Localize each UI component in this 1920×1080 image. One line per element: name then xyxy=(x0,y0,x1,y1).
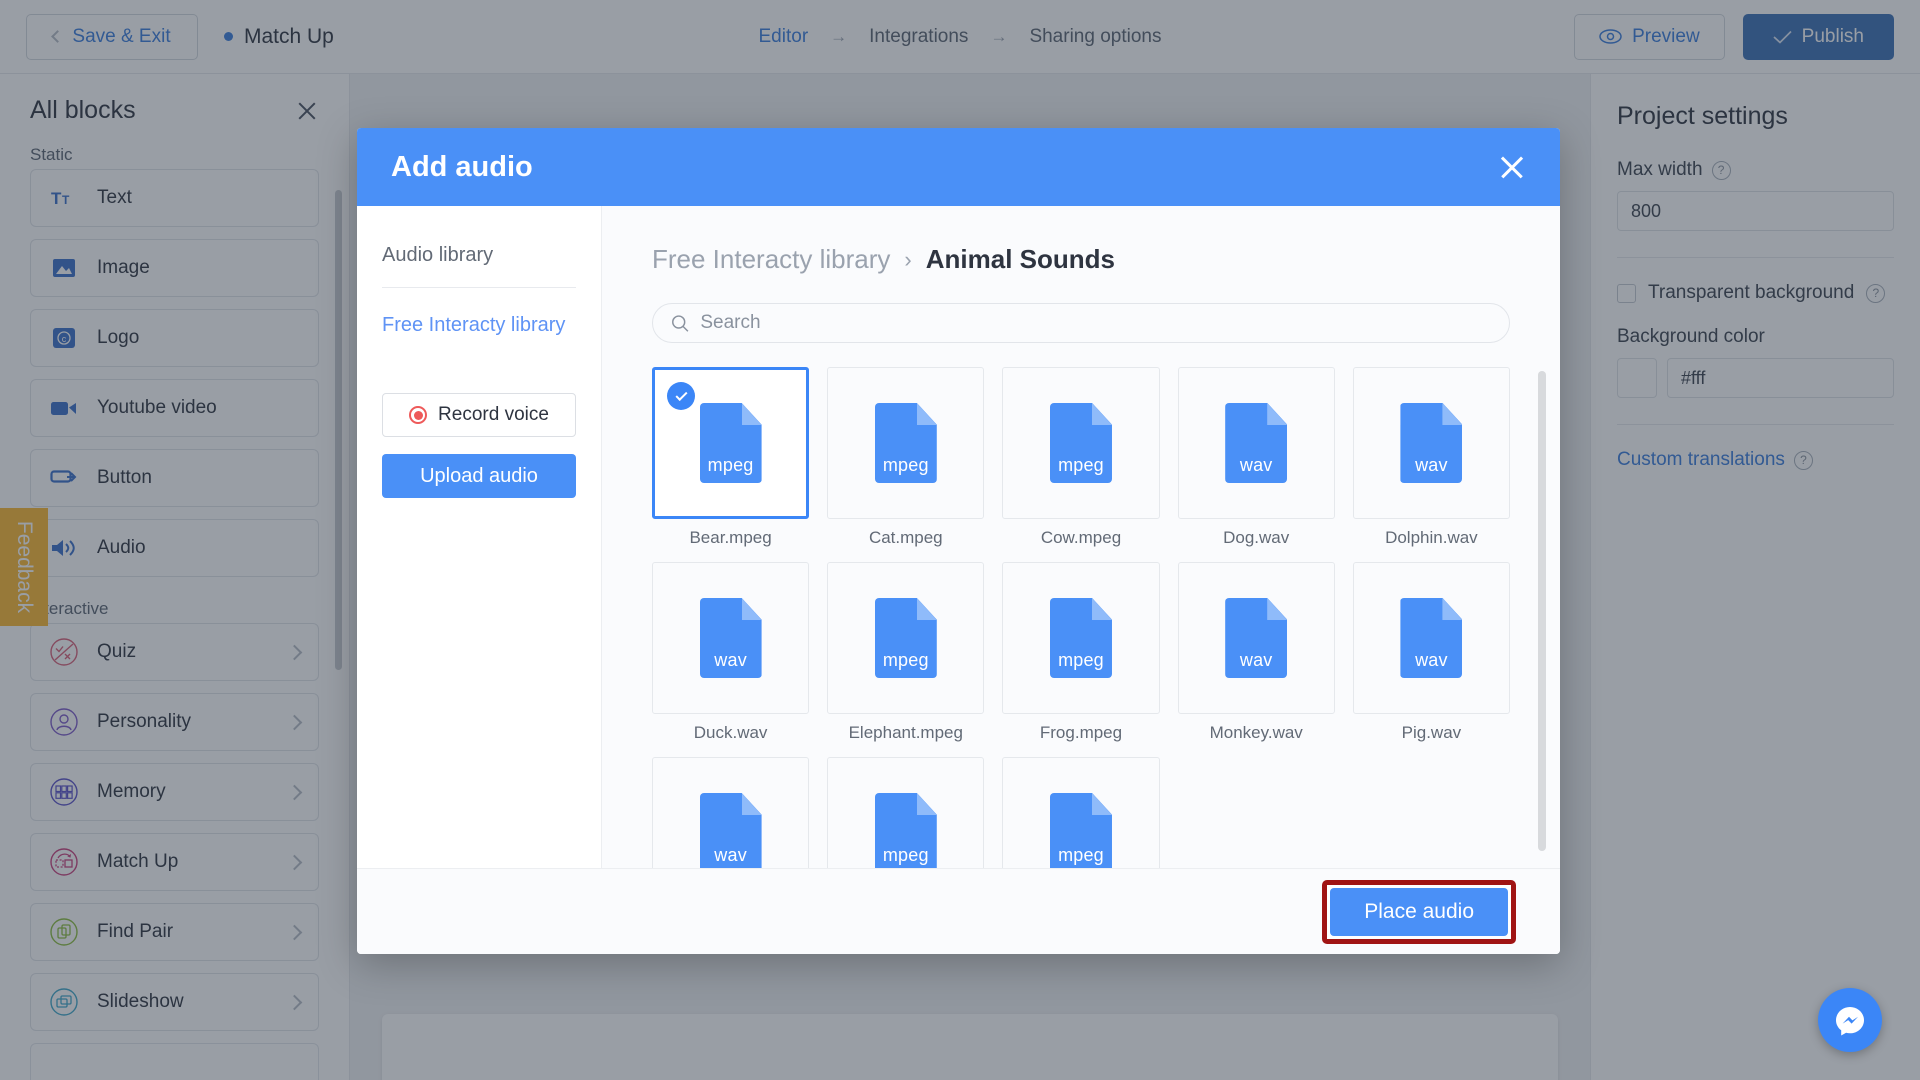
audio-library-heading: Audio library xyxy=(382,244,576,288)
file-extension-label: mpeg xyxy=(707,455,754,475)
file-icon: mpeg xyxy=(874,403,937,483)
file-icon: wav xyxy=(699,598,762,678)
file-extension-label: wav xyxy=(714,650,747,670)
file-card[interactable]: wav Dog.wav xyxy=(1177,367,1335,548)
file-card[interactable]: mpeg Frog.mpeg xyxy=(1002,562,1160,743)
file-card[interactable]: mpeg xyxy=(827,757,985,868)
search-bar[interactable] xyxy=(652,303,1510,343)
file-thumbnail[interactable]: mpeg xyxy=(1002,562,1160,714)
file-thumbnail[interactable]: wav xyxy=(652,757,810,868)
file-icon: mpeg xyxy=(1049,403,1112,483)
record-voice-label: Record voice xyxy=(438,404,549,425)
file-thumbnail[interactable]: mpeg xyxy=(1002,757,1160,868)
file-extension-label: mpeg xyxy=(882,650,929,670)
breadcrumb-current: Animal Sounds xyxy=(925,244,1115,274)
file-extension-label: mpeg xyxy=(882,845,929,865)
close-icon[interactable] xyxy=(1498,153,1526,181)
modal-sidebar: Audio library Free Interacty library Rec… xyxy=(357,206,602,868)
file-name: Pig.wav xyxy=(1401,723,1462,742)
file-name: Bear.mpeg xyxy=(689,528,772,547)
file-card[interactable]: wav Duck.wav xyxy=(652,562,810,743)
search-wrap xyxy=(602,275,1560,343)
file-extension-label: wav xyxy=(1415,650,1448,670)
file-name: Monkey.wav xyxy=(1209,723,1303,742)
file-grid: mpeg Bear.mpeg mpeg Cat.mpeg mpeg Cow.mpeg wav… xyxy=(602,367,1560,868)
file-name: Cat.mpeg xyxy=(868,528,943,547)
modal-content: Free Interacty library › Animal Sounds m… xyxy=(602,206,1560,868)
record-icon xyxy=(409,406,428,424)
file-extension-label: mpeg xyxy=(1058,650,1104,670)
file-extension-label: wav xyxy=(1239,455,1273,475)
file-icon: mpeg xyxy=(874,598,937,678)
search-icon xyxy=(672,314,689,332)
file-card[interactable]: wav Monkey.wav xyxy=(1177,562,1335,743)
file-thumbnail[interactable]: wav xyxy=(1352,367,1510,519)
place-audio-button[interactable]: Place audio xyxy=(1330,887,1508,936)
file-card[interactable]: mpeg Cat.mpeg xyxy=(827,367,985,548)
file-grid-wrap: mpeg Bear.mpeg mpeg Cat.mpeg mpeg Cow.mpeg wav… xyxy=(602,367,1560,868)
file-thumbnail[interactable]: mpeg xyxy=(827,757,985,868)
file-extension-label: mpeg xyxy=(882,455,929,475)
file-card[interactable]: wav Dolphin.wav xyxy=(1352,367,1510,548)
file-extension-label: wav xyxy=(1415,455,1448,475)
free-interacty-library-link[interactable]: Free Interacty library xyxy=(382,314,576,337)
file-thumbnail[interactable]: mpeg xyxy=(652,367,810,519)
file-card[interactable]: mpeg xyxy=(1002,757,1160,868)
file-thumbnail[interactable]: wav xyxy=(1177,367,1335,519)
messenger-button[interactable] xyxy=(1818,988,1882,1052)
modal-footer: Place audio xyxy=(357,868,1560,954)
messenger-icon xyxy=(1836,1007,1864,1036)
file-card[interactable]: mpeg Elephant.mpeg xyxy=(827,562,985,743)
file-icon: wav xyxy=(1400,598,1463,678)
record-voice-button[interactable]: Record voice xyxy=(382,393,576,437)
file-extension-label: mpeg xyxy=(1058,455,1104,475)
file-icon: mpeg xyxy=(1049,598,1112,678)
add-audio-modal: Add audio Audio library Free Interacty l… xyxy=(357,128,1560,954)
modal-body: Audio library Free Interacty library Rec… xyxy=(357,206,1560,868)
file-extension-label: wav xyxy=(1239,650,1273,670)
file-name: Cow.mpeg xyxy=(1040,528,1122,547)
file-extension-label: wav xyxy=(714,845,747,865)
upload-audio-button[interactable]: Upload audio xyxy=(382,454,576,498)
file-extension-label: mpeg xyxy=(1058,845,1104,865)
library-breadcrumb: Free Interacty library › Animal Sounds xyxy=(602,206,1560,275)
modal-title: Add audio xyxy=(391,150,533,183)
file-name: Frog.mpeg xyxy=(1039,723,1123,742)
file-grid-scrollbar[interactable] xyxy=(1538,371,1546,851)
file-name: Duck.wav xyxy=(693,723,768,742)
file-thumbnail[interactable]: mpeg xyxy=(827,367,985,519)
check-icon xyxy=(667,382,695,410)
file-name: Elephant.mpeg xyxy=(848,723,963,742)
file-thumbnail[interactable]: wav xyxy=(1352,562,1510,714)
modal-header: Add audio xyxy=(357,128,1560,206)
file-icon: mpeg xyxy=(874,793,937,868)
file-thumbnail[interactable]: wav xyxy=(1177,562,1335,714)
file-card[interactable]: mpeg Bear.mpeg xyxy=(652,367,810,548)
file-name: Dog.wav xyxy=(1223,528,1290,547)
chevron-right-icon: › xyxy=(904,246,912,272)
file-thumbnail[interactable]: mpeg xyxy=(1002,367,1160,519)
breadcrumb-parent[interactable]: Free Interacty library xyxy=(652,244,890,275)
file-card[interactable]: wav Pig.wav xyxy=(1352,562,1510,743)
file-card[interactable]: wav xyxy=(652,757,810,868)
file-icon: wav xyxy=(1225,598,1288,678)
file-icon: wav xyxy=(699,793,762,868)
file-icon: mpeg xyxy=(1049,793,1112,868)
file-icon: wav xyxy=(1400,403,1463,483)
file-thumbnail[interactable]: wav xyxy=(652,562,810,714)
file-icon: wav xyxy=(1225,403,1288,483)
file-icon: mpeg xyxy=(699,403,762,483)
search-input[interactable] xyxy=(700,312,1491,334)
file-name: Dolphin.wav xyxy=(1385,528,1478,547)
place-audio-highlight: Place audio xyxy=(1322,879,1516,944)
file-card[interactable]: mpeg Cow.mpeg xyxy=(1002,367,1160,548)
file-thumbnail[interactable]: mpeg xyxy=(827,562,985,714)
